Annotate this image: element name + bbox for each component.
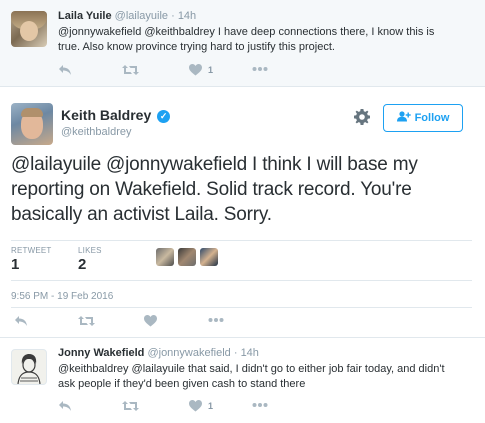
author-name[interactable]: Keith Baldrey <box>61 107 151 123</box>
divider <box>11 280 472 281</box>
tweet-header: Laila Yuile @lailayuile · 14h <box>58 10 196 22</box>
retweets-label[interactable]: RETWEET <box>11 246 52 255</box>
tweet-time[interactable]: · 14h <box>234 347 259 359</box>
avatar[interactable] <box>11 103 53 145</box>
divider <box>0 337 485 338</box>
more-icon[interactable] <box>252 66 268 72</box>
like-count: 1 <box>208 401 214 411</box>
tweet-text-line1: @keithbaldrey @lailayuile that said, I d… <box>58 363 445 375</box>
avatar-illustration <box>17 354 41 384</box>
tweet-header: Jonny Wakefield @jonnywakefield · 14h <box>58 347 259 359</box>
tweet-time[interactable]: · 14h <box>171 10 196 22</box>
more-icon[interactable] <box>208 317 224 323</box>
tweet-text-line2: true. Also know province trying hard to … <box>58 41 335 53</box>
reply-icon[interactable] <box>14 315 28 327</box>
tweet-actions <box>14 315 244 329</box>
divider <box>11 240 472 241</box>
verified-badge-icon: ✓ <box>157 110 171 123</box>
follow-button[interactable]: Follow <box>383 104 463 132</box>
reply-tweet-laila[interactable]: Laila Yuile @lailayuile · 14h @jonnywake… <box>0 0 485 87</box>
heart-icon[interactable] <box>189 64 202 76</box>
retweet-icon[interactable] <box>122 400 139 412</box>
tweet-actions: 1 <box>58 64 278 78</box>
retweet-icon[interactable] <box>122 64 139 76</box>
liker-avatar[interactable] <box>156 248 174 266</box>
author-handle[interactable]: @keithbaldrey <box>61 126 131 138</box>
author-handle[interactable]: @lailayuile <box>115 10 168 22</box>
avatar-hair <box>21 108 43 117</box>
heart-icon[interactable] <box>189 400 202 412</box>
more-icon[interactable] <box>252 402 268 408</box>
avatar[interactable] <box>11 349 47 385</box>
likes-label[interactable]: LIKES <box>78 246 102 255</box>
author-name[interactable]: Jonny Wakefield <box>58 347 144 359</box>
divider <box>11 307 472 308</box>
likes-count[interactable]: 2 <box>78 256 86 273</box>
author-handle[interactable]: @jonnywakefield <box>147 347 230 359</box>
author-name-row[interactable]: Keith Baldrey ✓ <box>61 107 171 123</box>
add-user-icon <box>396 111 411 125</box>
reply-icon[interactable] <box>58 400 72 412</box>
avatar-face <box>20 21 38 41</box>
reply-icon[interactable] <box>58 64 72 76</box>
liker-avatar[interactable] <box>200 248 218 266</box>
tweet-text-line2: ask people if they'd been given cash to … <box>58 378 306 390</box>
liker-avatar[interactable] <box>178 248 196 266</box>
heart-icon[interactable] <box>144 315 157 327</box>
tweet-text-line1: @jonnywakefield @keithbaldrey I have dee… <box>58 26 435 38</box>
avatar[interactable] <box>11 11 47 47</box>
tweet-actions: 1 <box>58 400 278 414</box>
tweet-text: @lailayuile @jonnywakefield I think I wi… <box>11 154 418 225</box>
tweet-timestamp[interactable]: 9:56 PM - 19 Feb 2016 <box>11 291 113 302</box>
gear-icon[interactable] <box>354 109 370 125</box>
retweets-count[interactable]: 1 <box>11 256 19 273</box>
like-count: 1 <box>208 65 214 75</box>
retweet-icon[interactable] <box>78 315 95 327</box>
follow-button-label: Follow <box>414 112 450 124</box>
author-name[interactable]: Laila Yuile <box>58 10 112 22</box>
